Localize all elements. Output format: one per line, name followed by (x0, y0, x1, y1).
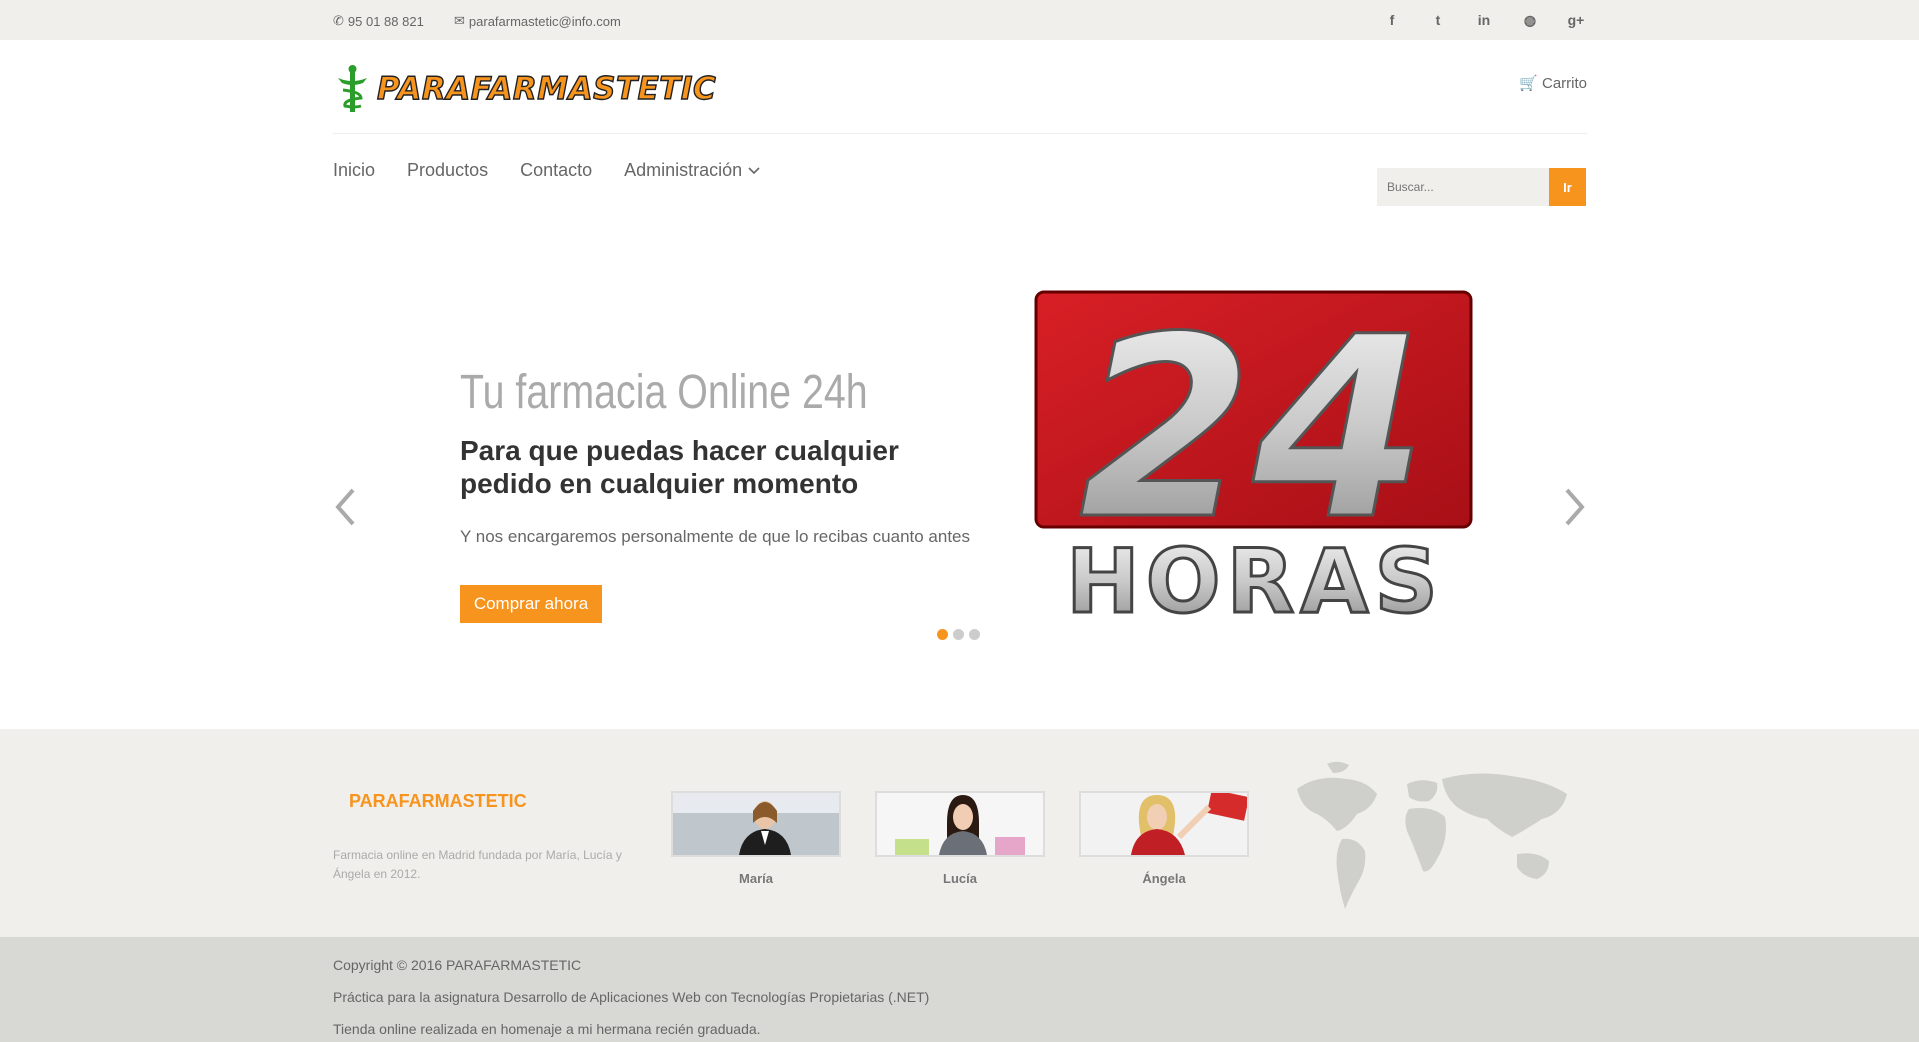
team-member-name: Ángela (1142, 871, 1186, 886)
person-photo-maria (673, 793, 839, 855)
top-bar: ✆ 95 01 88 821 ✉ parafarmastetic@info.co… (0, 0, 1919, 40)
slider-next-button[interactable] (1561, 487, 1587, 538)
chevron-down-icon (748, 166, 760, 174)
slide-title: Tu farmacia Online 24h (460, 366, 868, 419)
google-plus-icon[interactable]: g+ (1565, 9, 1587, 31)
slider-dots (937, 629, 980, 640)
team-photo (1079, 791, 1249, 857)
badge-word: HORAS (1066, 530, 1444, 620)
twitter-icon[interactable]: t (1427, 9, 1449, 31)
person-photo-lucia (877, 793, 1043, 855)
team-member[interactable]: María (671, 791, 841, 886)
site-footer: Copyright © 2016 PARAFARMASTETIC Práctic… (0, 937, 1919, 1042)
team-list: María Lucía Ángela (671, 791, 1249, 886)
logo-text: PARAFARMASTETIC (376, 70, 717, 107)
main-nav: Inicio Productos Contacto Administración (333, 160, 760, 181)
facebook-icon[interactable]: f (1381, 9, 1403, 31)
buy-now-button[interactable]: Comprar ahora (460, 585, 602, 623)
slider-dot-1[interactable] (937, 629, 948, 640)
footer-line-2: Práctica para la asignatura Desarrollo d… (333, 989, 930, 1005)
about-description: Farmacia online en Madrid fundada por Ma… (333, 848, 622, 881)
phone-contact: ✆ 95 01 88 821 (333, 13, 424, 29)
search-button[interactable]: Ir (1549, 168, 1586, 206)
site-header: PARAFARMASTETIC 🛒 Carrito (333, 40, 1587, 134)
cart-label: Carrito (1541, 74, 1587, 92)
search-input[interactable] (1377, 168, 1549, 206)
footer-line-3: Tienda online realizada en homenaje a mi… (333, 1021, 761, 1037)
hero-slider: Tu farmacia Online 24h Para que puedas h… (333, 240, 1587, 660)
email-address[interactable]: parafarmastetic@info.com (469, 14, 621, 29)
nav-item-contacto[interactable]: Contacto (520, 160, 592, 181)
team-member-name: Lucía (943, 871, 977, 886)
envelope-icon: ✉ (454, 13, 465, 28)
slider-dot-2[interactable] (953, 629, 964, 640)
phone-number: 95 01 88 821 (347, 13, 424, 29)
email-contact[interactable]: ✉ parafarmastetic@info.com (454, 13, 621, 29)
slider-prev-button[interactable] (333, 487, 359, 538)
chevron-right-icon (1565, 488, 1585, 526)
search-form: Ir (1377, 168, 1586, 206)
team-member[interactable]: Ángela (1079, 791, 1249, 886)
cart-icon: 🛒 (1519, 75, 1538, 92)
team-photo (875, 791, 1045, 857)
slider-dot-3[interactable] (969, 629, 980, 640)
linkedin-icon[interactable]: in (1473, 9, 1495, 31)
person-photo-angela (1081, 793, 1247, 855)
team-member[interactable]: Lucía (875, 791, 1045, 886)
phone-icon: ✆ (333, 13, 344, 28)
caduceus-icon (338, 65, 367, 112)
footer-copyright: Copyright © 2016 PARAFARMASTETIC (333, 957, 582, 973)
nav-item-administracion[interactable]: Administración (624, 160, 760, 181)
24-hours-image: 24 HORAS (1034, 290, 1473, 620)
world-map-image (1297, 761, 1567, 909)
social-links: f t in ◍ g+ (1381, 9, 1587, 31)
team-photo (671, 791, 841, 857)
nav-item-inicio[interactable]: Inicio (333, 160, 375, 181)
slide-text: Y nos encargaremos personalmente de que … (460, 527, 971, 546)
nav-item-productos[interactable]: Productos (407, 160, 488, 181)
about-title: PARAFARMASTETIC (349, 791, 527, 811)
site-logo[interactable]: PARAFARMASTETIC (333, 64, 716, 114)
cart-link[interactable]: 🛒 Carrito (1519, 74, 1587, 93)
about-section: PARAFARMASTETIC Farmacia online en Madri… (0, 729, 1919, 937)
chevron-left-icon (335, 488, 355, 526)
dribbble-icon[interactable]: ◍ (1519, 9, 1541, 31)
slide-subtitle: Para que puedas hacer cualquier pedido e… (460, 435, 899, 499)
team-member-name: María (739, 871, 773, 886)
